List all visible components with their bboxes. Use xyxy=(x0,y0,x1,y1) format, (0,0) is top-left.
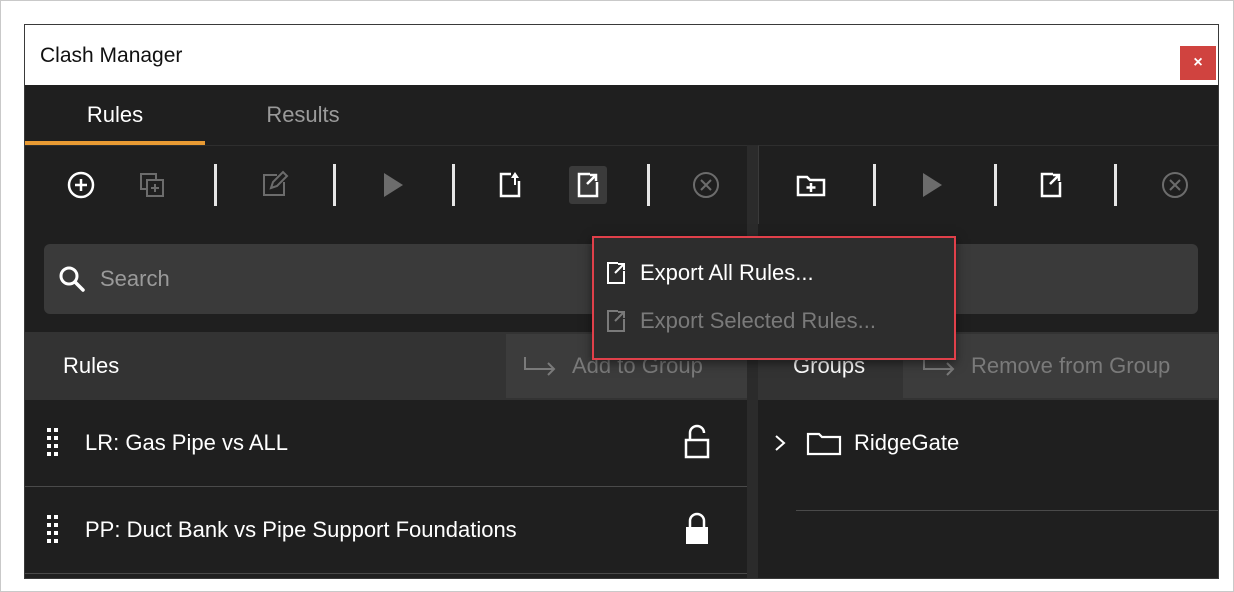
chevron-right-icon[interactable] xyxy=(774,434,786,452)
toolbar-separator xyxy=(647,164,650,206)
rules-header-label: Rules xyxy=(63,353,120,378)
drag-handle-icon[interactable] xyxy=(47,428,59,458)
tab-results-label: Results xyxy=(266,102,340,127)
export-icon xyxy=(607,262,625,284)
duplicate-rule-icon[interactable] xyxy=(133,166,171,204)
export-menu: Export All Rules... Export Selected Rule… xyxy=(592,236,956,360)
toolbar-separator xyxy=(1114,164,1117,206)
toolbar-separator xyxy=(214,164,217,206)
run-rule-icon[interactable] xyxy=(373,166,411,204)
import-rules-icon[interactable] xyxy=(491,166,529,204)
rules-toolbar xyxy=(25,145,748,225)
toolbar-separator xyxy=(873,164,876,206)
locked-icon[interactable] xyxy=(684,511,710,547)
tab-results[interactable]: Results xyxy=(205,85,401,145)
search-placeholder: Search xyxy=(100,266,170,291)
close-button[interactable]: × xyxy=(1180,46,1216,80)
list-item[interactable]: PP: Duct Bank vs Pipe Support Foundation… xyxy=(25,487,747,574)
rule-name: LR: Gas Pipe vs ALL xyxy=(85,430,288,455)
tab-rules-label: Rules xyxy=(86,102,144,127)
title-bar: Clash Manager × xyxy=(25,25,1218,86)
tree-item-group[interactable]: RidgeGate xyxy=(758,400,1218,511)
edit-rule-icon[interactable] xyxy=(255,166,293,204)
remove-from-group-label: Remove from Group xyxy=(971,353,1171,378)
panel-divider xyxy=(747,145,758,578)
rule-name: PP: Duct Bank vs Pipe Support Foundation… xyxy=(85,517,517,542)
divider xyxy=(796,510,1218,511)
search-icon xyxy=(59,266,85,292)
unlocked-icon[interactable] xyxy=(684,424,710,460)
toolbar-separator xyxy=(333,164,336,206)
groups-toolbar xyxy=(758,145,1218,225)
menu-item-label: Export All Rules... xyxy=(640,260,814,285)
export-group-icon[interactable] xyxy=(1032,166,1070,204)
tab-bar: Rules Results xyxy=(25,85,1218,145)
export-icon xyxy=(607,310,625,332)
delete-group-icon[interactable] xyxy=(1156,166,1194,204)
menu-item-export-selected-rules[interactable]: Export Selected Rules... xyxy=(594,298,954,344)
run-group-icon[interactable] xyxy=(912,166,950,204)
folder-icon xyxy=(806,432,842,456)
list-item[interactable]: LR: Gas Pipe vs ALL xyxy=(25,400,747,487)
rule-list: LR: Gas Pipe vs ALL PP: Duct Bank vs Pip… xyxy=(25,400,747,574)
drag-handle-icon[interactable] xyxy=(47,515,59,545)
toolbar-separator xyxy=(452,164,455,206)
group-name: RidgeGate xyxy=(854,430,960,455)
menu-item-export-all-rules[interactable]: Export All Rules... xyxy=(594,250,954,296)
toolbar-separator xyxy=(994,164,997,206)
window-title: Clash Manager xyxy=(40,44,183,67)
clash-manager-window: Clash Manager × Rules Results Search Rul… xyxy=(25,25,1218,578)
delete-rule-icon[interactable] xyxy=(687,166,725,204)
menu-item-label: Export Selected Rules... xyxy=(640,308,877,333)
tab-rules[interactable]: Rules xyxy=(25,85,205,145)
add-group-icon[interactable] xyxy=(792,166,830,204)
add-rule-icon[interactable] xyxy=(62,166,100,204)
export-rules-icon[interactable] xyxy=(569,166,607,204)
arrow-down-right-icon xyxy=(524,357,556,376)
